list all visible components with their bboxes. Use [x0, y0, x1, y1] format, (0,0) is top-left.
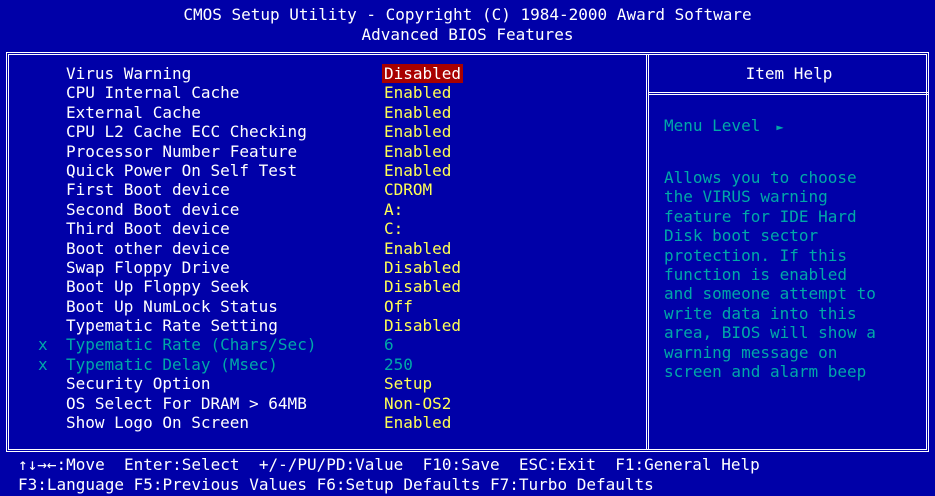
setting-value[interactable]: Enabled — [384, 103, 451, 122]
help-line: Disk boot sector — [664, 226, 819, 246]
setting-label: Boot Up Floppy Seek — [66, 277, 250, 297]
setting-label: OS Select For DRAM > 64MB — [66, 393, 307, 413]
setting-value[interactable]: A: — [384, 200, 403, 219]
setting-label: Second Boot device — [66, 199, 240, 219]
setting-label: Boot other device — [66, 238, 230, 258]
footer-line-2: F3:Language F5:Previous Values F6:Setup … — [18, 475, 654, 494]
setting-label: Third Boot device — [66, 219, 230, 239]
setting-value[interactable]: Disabled — [384, 258, 461, 277]
setting-label: Typematic Rate (Chars/Sec) — [66, 335, 317, 355]
setting-row[interactable]: Typematic Rate Setting Disabled — [38, 316, 638, 335]
setting-value[interactable]: Enabled — [384, 413, 451, 432]
help-line: feature for IDE Hard — [664, 206, 857, 226]
footer-keys: ↑↓→←:Move Enter:Select +/-/PU/PD:Value F… — [0, 452, 935, 496]
help-line: Allows you to choose — [664, 168, 857, 187]
help-line: area, BIOS will show a — [664, 323, 876, 343]
setting-value[interactable]: Enabled — [384, 122, 451, 141]
help-title: Item Help — [745, 64, 833, 83]
setting-value[interactable]: Setup — [384, 374, 432, 393]
setting-value[interactable]: Enabled — [384, 239, 451, 258]
help-separator — [649, 92, 929, 95]
title-bar: CMOS Setup Utility - Copyright (C) 1984-… — [0, 0, 935, 48]
setting-value[interactable]: Disabled — [384, 316, 461, 335]
help-line: the VIRUS warning — [664, 187, 828, 207]
setting-value[interactable]: C: — [384, 219, 403, 238]
help-line: warning message on — [664, 342, 838, 362]
help-text: Allows you to choose the VIRUS warning fea… — [664, 168, 932, 381]
help-line: write data into this — [664, 303, 857, 323]
setting-label: Processor Number Feature — [66, 141, 298, 161]
page-title: Advanced BIOS Features — [361, 25, 574, 44]
disabled-mark: x — [38, 354, 48, 374]
help-line: protection. If this — [664, 245, 848, 265]
menu-level: Menu Level ► — [664, 116, 784, 135]
setting-label: CPU Internal Cache — [66, 83, 240, 103]
panel-divider — [646, 55, 649, 449]
setting-row: x Typematic Rate (Chars/Sec) 6 — [38, 335, 638, 354]
disabled-mark: x — [38, 335, 48, 355]
menu-level-arrow-icon: ► — [776, 120, 784, 134]
setting-label: Virus Warning — [66, 64, 192, 83]
setting-row[interactable]: Boot other device Enabled — [38, 239, 638, 258]
help-line: function is enabled — [664, 265, 848, 285]
settings-list: Virus Warning Disabled CPU Internal Cache E… — [38, 64, 638, 432]
setting-row[interactable]: Swap Floppy Drive Disabled — [38, 258, 638, 277]
setting-row[interactable]: OS Select For DRAM > 64MB Non-OS2 — [38, 394, 638, 413]
setting-label: Swap Floppy Drive — [66, 257, 230, 277]
setting-row[interactable]: First Boot device CDROM — [38, 180, 638, 199]
setting-row[interactable]: External Cache Enabled — [38, 103, 638, 122]
setting-row[interactable]: Show Logo On Screen Enabled — [38, 413, 638, 432]
setting-value[interactable]: Disabled — [384, 277, 461, 296]
setting-row[interactable]: Boot Up NumLock Status Off — [38, 297, 638, 316]
setting-value[interactable]: Disabled — [382, 64, 464, 84]
setting-value[interactable]: Enabled — [384, 142, 451, 161]
setting-label: Boot Up NumLock Status — [66, 296, 278, 316]
app-title: CMOS Setup Utility - Copyright (C) 1984-… — [183, 5, 752, 24]
setting-row[interactable]: CPU L2 Cache ECC Checking Enabled — [38, 122, 638, 141]
help-line: and someone attempt to — [664, 284, 876, 304]
help-line: screen and alarm beep — [664, 362, 867, 382]
setting-value[interactable]: CDROM — [384, 180, 432, 199]
setting-label: Security Option — [66, 374, 211, 394]
setting-label: External Cache — [66, 102, 201, 122]
setting-row[interactable]: Third Boot device C: — [38, 219, 638, 238]
setting-value: 6 — [384, 335, 394, 355]
setting-row[interactable]: Processor Number Feature Enabled — [38, 142, 638, 161]
setting-label: Quick Power On Self Test — [66, 160, 298, 180]
setting-label: Show Logo On Screen — [66, 413, 250, 433]
setting-label: Typematic Rate Setting — [66, 316, 278, 336]
setting-value: 250 — [384, 354, 413, 374]
setting-value[interactable]: Enabled — [384, 161, 451, 180]
setting-label: Typematic Delay (Msec) — [66, 354, 278, 374]
setting-value[interactable]: Non-OS2 — [384, 394, 451, 413]
footer-line-1: ↑↓→←:Move Enter:Select +/-/PU/PD:Value F… — [18, 455, 760, 474]
setting-row[interactable]: Quick Power On Self Test Enabled — [38, 161, 638, 180]
setting-row: x Typematic Delay (Msec) 250 — [38, 355, 638, 374]
setting-row[interactable]: Boot Up Floppy Seek Disabled — [38, 277, 638, 296]
setting-value[interactable]: Off — [384, 297, 413, 316]
setting-row[interactable]: Virus Warning Disabled — [38, 64, 638, 84]
menu-level-label: Menu Level — [664, 116, 761, 135]
setting-row[interactable]: Second Boot device A: — [38, 200, 638, 219]
setting-row[interactable]: Security Option Setup — [38, 374, 638, 393]
setting-label: CPU L2 Cache ECC Checking — [66, 122, 307, 142]
setting-label: First Boot device — [66, 180, 230, 200]
setting-value[interactable]: Enabled — [384, 83, 451, 102]
setting-row[interactable]: CPU Internal Cache Enabled — [38, 83, 638, 102]
